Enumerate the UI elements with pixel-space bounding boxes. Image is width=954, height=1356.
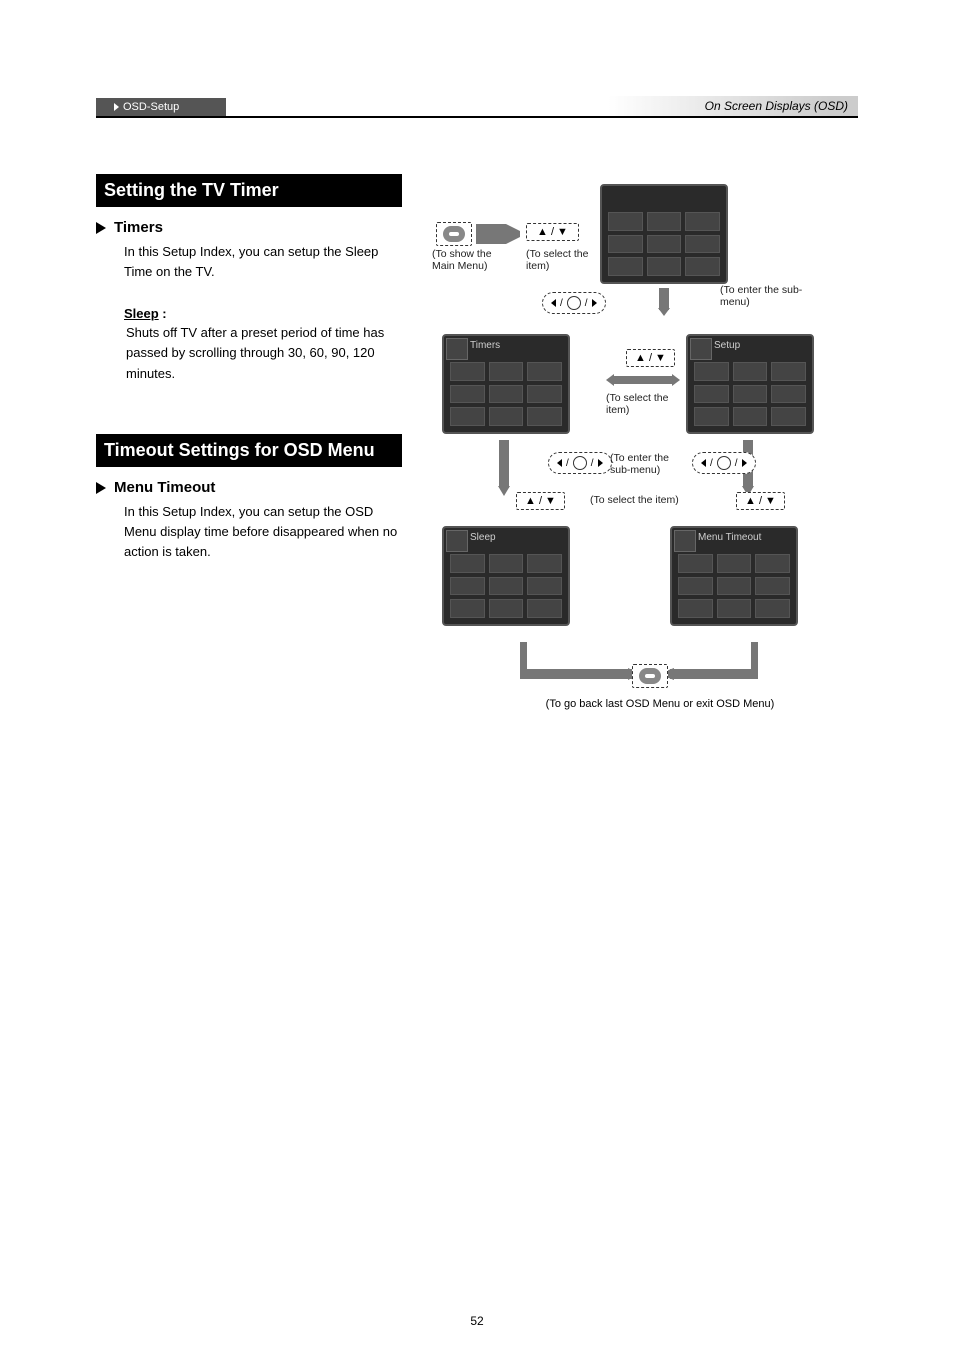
arrow-down-icon xyxy=(494,438,514,496)
menu-timeout-body: In this Setup Index, you can setup the O… xyxy=(124,502,402,562)
arrow-converge-right-icon xyxy=(658,640,758,680)
tile-title-menu-timeout: Menu Timeout xyxy=(698,532,761,543)
page-header: OSD-Setup On Screen Displays (OSD) xyxy=(96,96,858,118)
chevron-right-icon xyxy=(96,222,106,234)
caption-go-back: (To go back last OSD Menu or exit OSD Me… xyxy=(510,698,810,710)
right-column: ▲ / ▼ (To show the Main Menu) (To select… xyxy=(430,174,858,734)
breadcrumb-text: OSD-Setup xyxy=(123,101,179,113)
menu-button-icon xyxy=(632,664,668,688)
arrow-left-right-icon xyxy=(606,372,680,388)
up-down-nav-icon: ▲ / ▼ xyxy=(736,492,785,510)
sleep-heading-underline: Sleep xyxy=(124,306,159,321)
timers-heading-row: Timers xyxy=(96,219,402,236)
tile-title-setup: Setup xyxy=(714,340,740,351)
caption-select-item-3: (To select the item) xyxy=(590,494,710,506)
tile-title-timers: Timers xyxy=(470,340,500,351)
sleep-heading: Sleep : xyxy=(124,306,402,321)
up-down-nav-icon: ▲ / ▼ xyxy=(526,223,579,241)
arrow-right-icon xyxy=(476,224,520,244)
osd-tile-setup-2: Setup Menu Timeout xyxy=(686,334,814,434)
osd-tile-menu-timeout: Menu Timeout 30 sec xyxy=(670,526,798,626)
menu-timeout-heading-row: Menu Timeout xyxy=(96,479,402,496)
sleep-body: Shuts off TV after a preset period of ti… xyxy=(126,323,402,383)
breadcrumb-triangle-icon xyxy=(114,103,119,111)
section-title-tv-timer: Setting the TV Timer xyxy=(96,174,402,207)
arrow-down-icon xyxy=(654,286,674,316)
timers-body: In this Setup Index, you can setup the S… xyxy=(124,242,402,282)
timers-heading: Timers xyxy=(114,219,163,236)
left-column: Setting the TV Timer Timers In this Setu… xyxy=(96,174,402,734)
breadcrumb: OSD-Setup xyxy=(96,98,226,116)
chevron-right-icon xyxy=(96,482,106,494)
page-number: 52 xyxy=(0,1314,954,1328)
osd-tile-sleep: Sleep 60 min xyxy=(442,526,570,626)
menu-timeout-heading: Menu Timeout xyxy=(114,479,215,496)
caption-select-item-2: (To select the item) xyxy=(606,392,676,416)
caption-show-main-menu: (To show the Main Menu) xyxy=(432,248,502,272)
header-section-title: On Screen Displays (OSD) xyxy=(705,96,858,116)
up-down-nav-icon: ▲ / ▼ xyxy=(626,349,675,367)
caption-enter-submenu-2: (To enter the sub-menu) xyxy=(610,452,690,476)
nav-left-ok-right-icon: // xyxy=(692,452,756,474)
caption-select-item: (To select the item) xyxy=(526,248,596,272)
up-down-nav-icon: ▲ / ▼ xyxy=(516,492,565,510)
section-title-timeout: Timeout Settings for OSD Menu xyxy=(96,434,402,467)
header-right: On Screen Displays (OSD) xyxy=(234,96,858,116)
menu-button-icon xyxy=(436,222,472,246)
nav-left-ok-right-icon: // xyxy=(542,292,606,314)
tile-title-sleep: Sleep xyxy=(470,532,496,543)
osd-tile-timers: Timers Sleep xyxy=(442,334,570,434)
nav-left-ok-right-icon: // xyxy=(548,452,612,474)
navigation-diagram: ▲ / ▼ (To show the Main Menu) (To select… xyxy=(430,174,858,734)
sleep-heading-colon: : xyxy=(159,306,167,321)
arrow-converge-left-icon xyxy=(520,640,640,680)
caption-enter-submenu: (To enter the sub-menu) xyxy=(720,284,810,308)
osd-tile-setup: Setup xyxy=(600,184,728,284)
